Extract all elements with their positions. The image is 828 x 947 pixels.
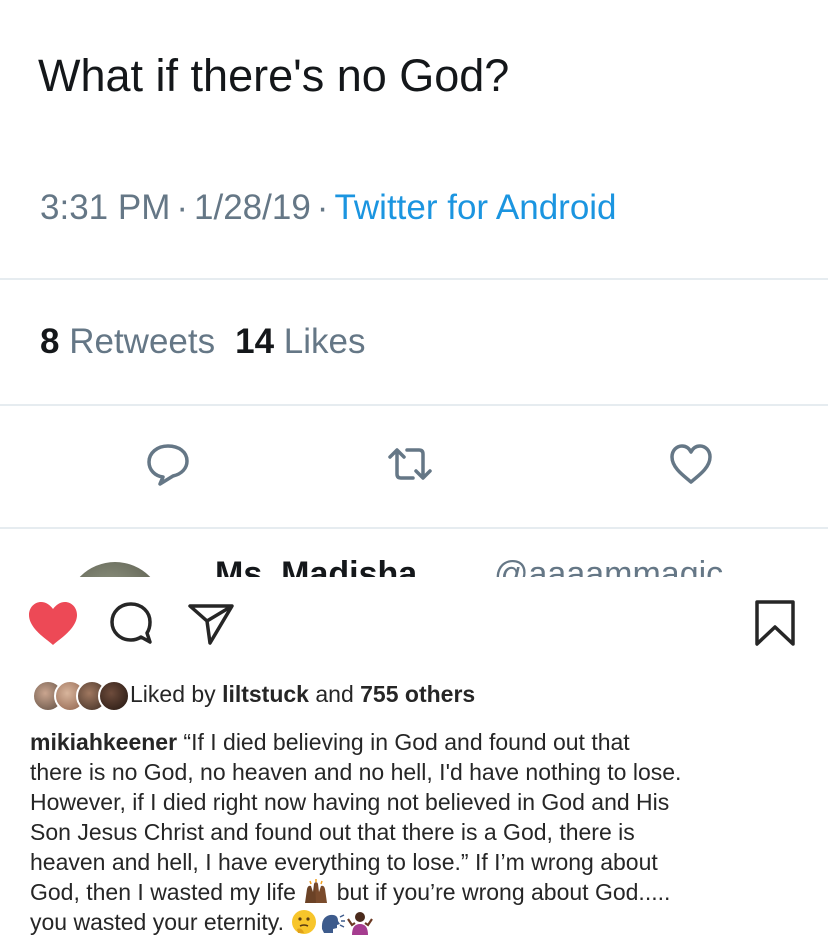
avatar[interactable] (66, 562, 164, 577)
reply-icon (147, 444, 189, 486)
next-tweet-handle: @aaaammagic (494, 555, 724, 577)
retweets-count: 8 (40, 322, 60, 361)
tweet-source-link[interactable]: Twitter for Android (334, 188, 616, 227)
liker-username-link[interactable]: liltstuck (222, 681, 309, 707)
heart-outline-icon (670, 444, 712, 484)
comment-button[interactable] (106, 598, 156, 648)
retweet-button[interactable] (386, 440, 434, 488)
share-button[interactable] (186, 598, 236, 648)
meta-separator: · (176, 188, 189, 227)
like-button[interactable] (667, 440, 715, 488)
save-button[interactable] (750, 598, 800, 648)
next-tweet-partial[interactable]: Ms. Madisha @aaaammagic (0, 535, 828, 577)
tweet-time: 3:31 PM (40, 188, 171, 227)
likes-prefix: Liked by (130, 681, 216, 707)
bookmark-icon (755, 600, 795, 646)
caption-username-link[interactable]: mikiahkeener (30, 729, 177, 755)
likes-middle: and (315, 681, 354, 707)
meta-separator: · (316, 188, 329, 227)
raised-hands-emoji (302, 879, 330, 905)
woman-shrugging-emoji (346, 909, 374, 935)
divider (0, 404, 828, 406)
thinking-face-emoji (290, 909, 318, 935)
tweet-meta: 3:31 PM · 1/28/19 · Twitter for Android (40, 186, 617, 230)
next-tweet-name: Ms. Madisha (215, 555, 418, 577)
likes-label: Likes (283, 322, 366, 361)
avatar (98, 680, 130, 712)
caption-emojis (290, 907, 374, 937)
likes-summary: Liked by liltstuck and 755 others (130, 676, 475, 712)
heart-filled-icon (29, 602, 77, 645)
like-button[interactable] (25, 598, 81, 648)
retweets-stat[interactable]: 8 Retweets (40, 322, 215, 361)
likes-count: 14 (235, 322, 275, 361)
direct-share-icon (188, 604, 234, 645)
reply-button[interactable] (144, 440, 192, 488)
liker-avatars[interactable] (32, 680, 130, 712)
comment-icon (110, 602, 152, 644)
post-caption: mikiahkeener “If I died believing in God… (30, 727, 820, 937)
likes-others-link[interactable]: 755 others (360, 681, 475, 707)
tweet-stats: 8 Retweets 14 Likes (40, 320, 366, 364)
likes-stat[interactable]: 14 Likes (235, 322, 365, 361)
tweet-text: What if there's no God? (38, 50, 510, 101)
tweet-date: 1/28/19 (194, 188, 311, 227)
retweet-icon (388, 448, 432, 480)
speaking-head-emoji (318, 909, 346, 935)
divider (0, 527, 828, 529)
divider (0, 278, 828, 280)
retweets-label: Retweets (69, 322, 216, 361)
